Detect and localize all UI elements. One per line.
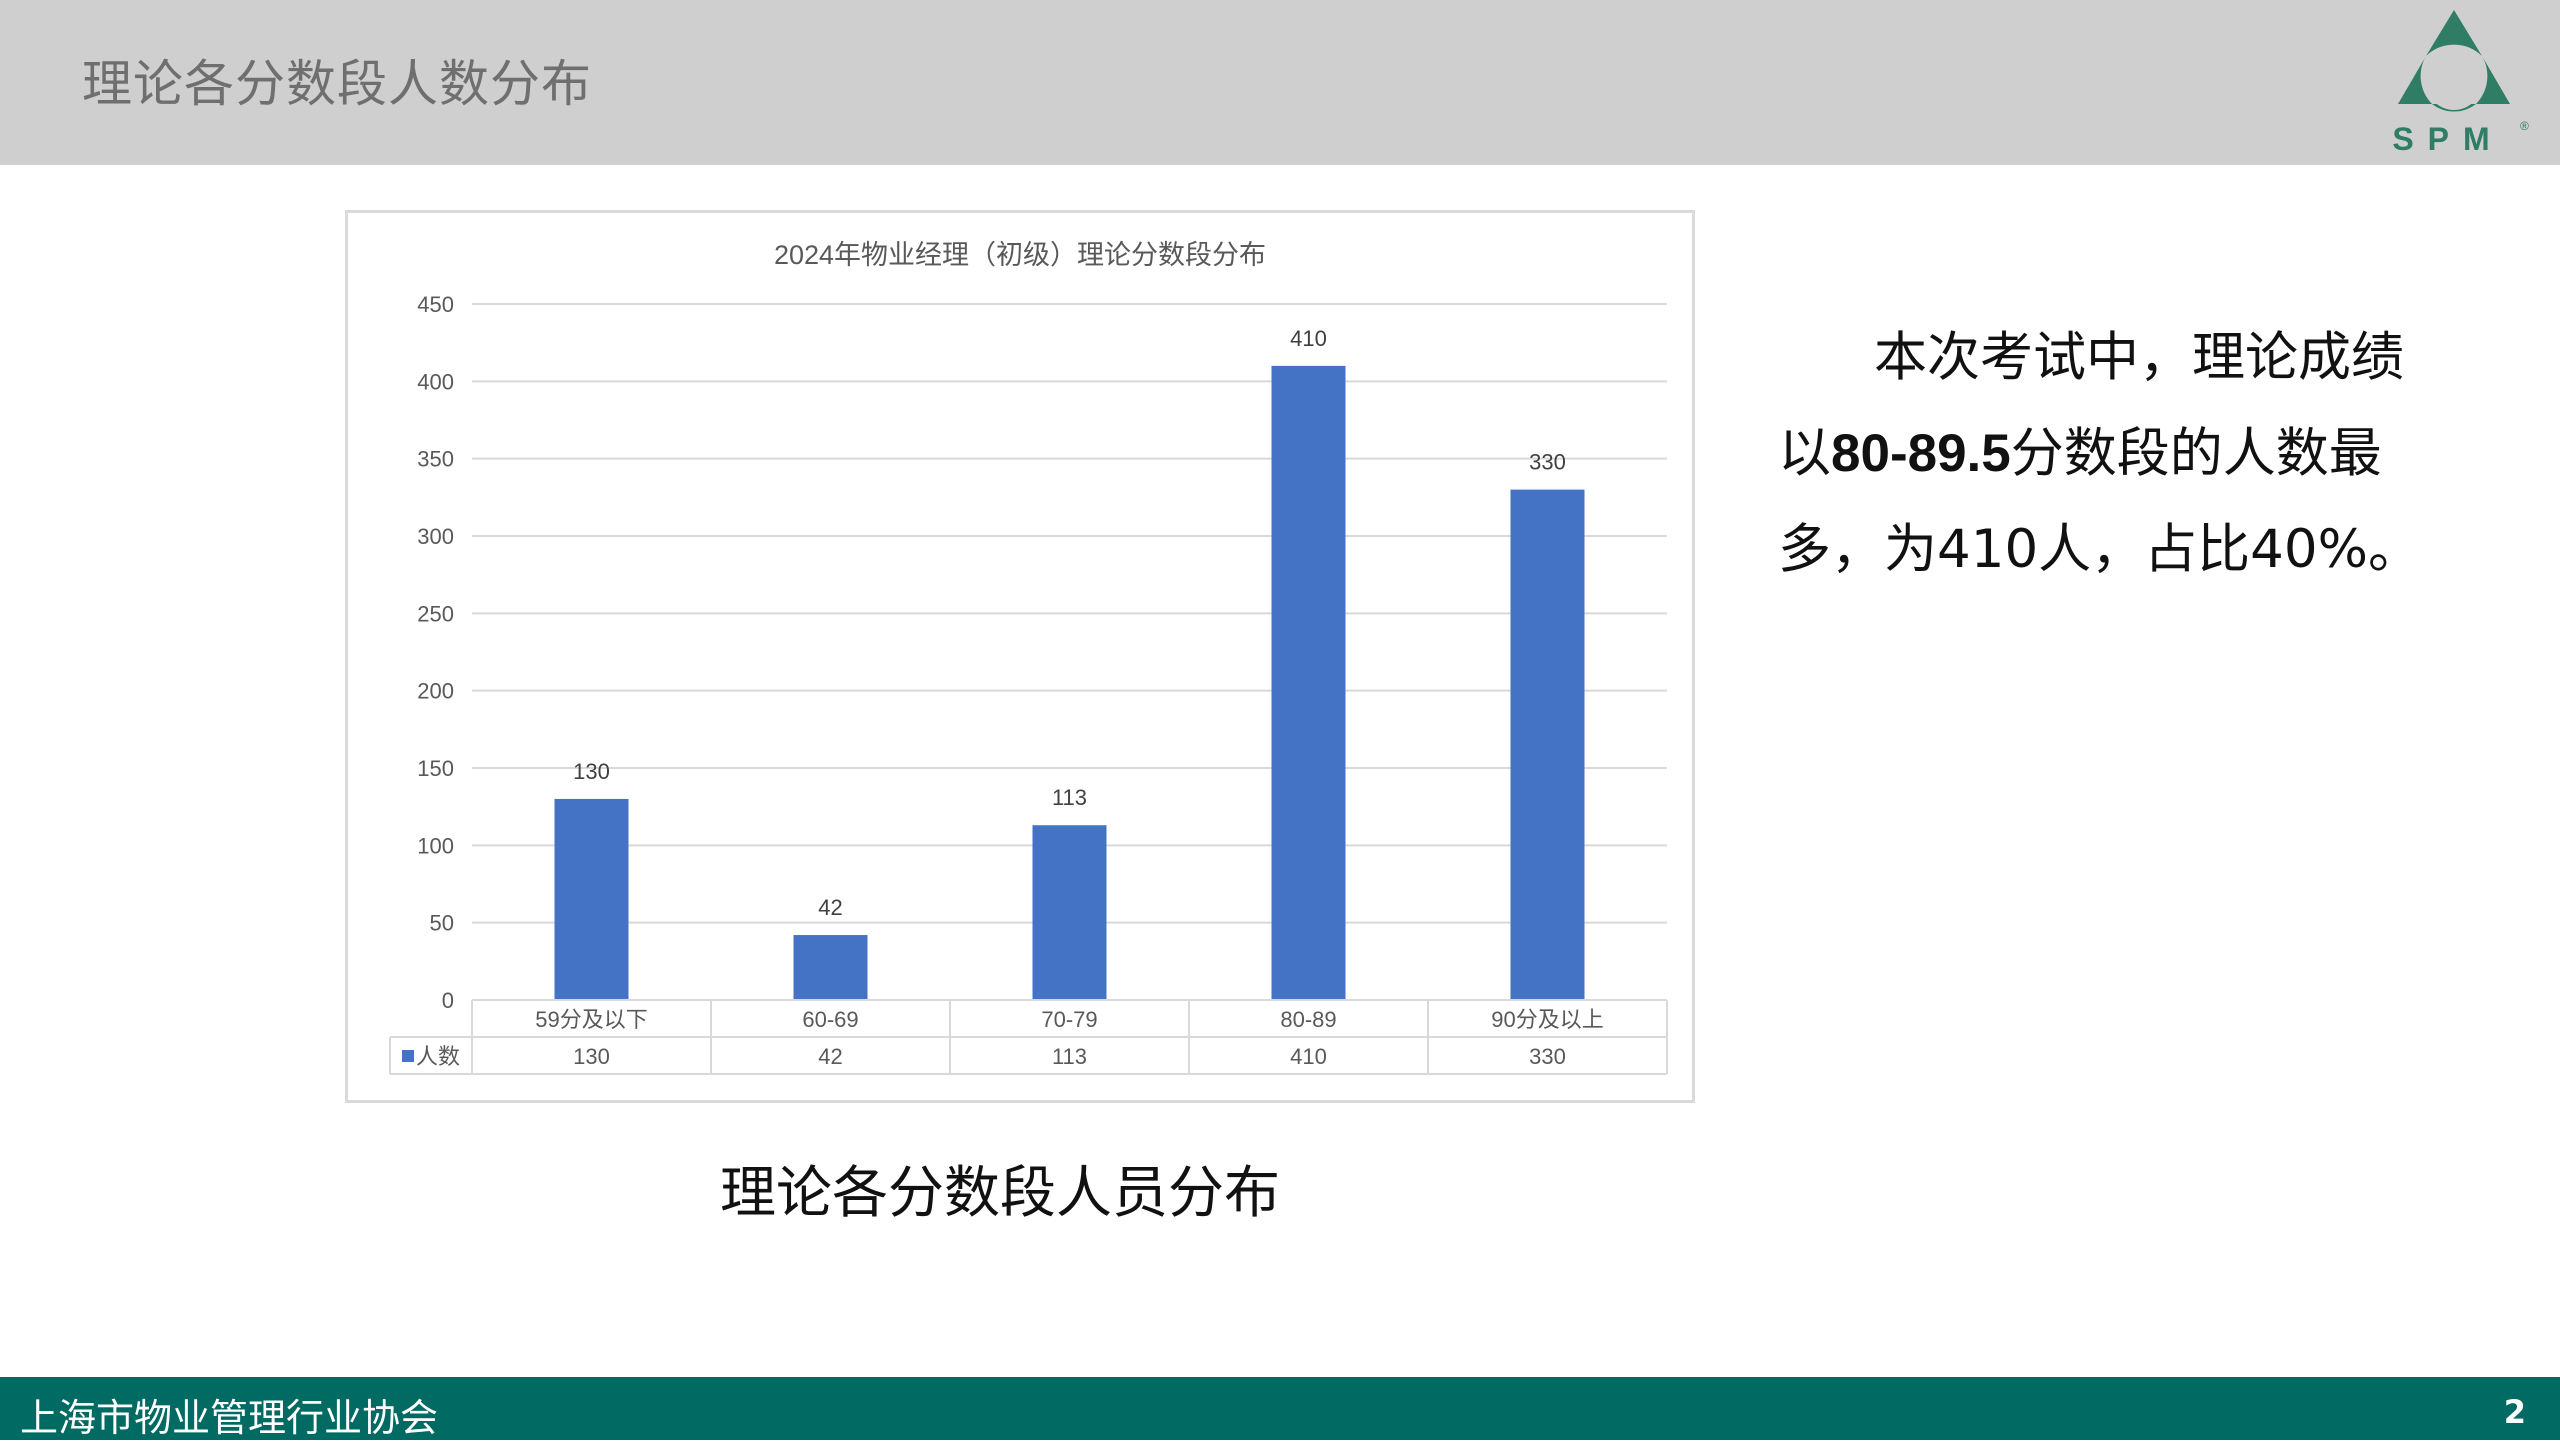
bar-80-89 [1271,365,1346,1000]
y-tick-label-450: 450 [417,292,454,317]
data-label-80-89: 410 [1290,326,1327,351]
table-value-59分及以下: 130 [573,1044,610,1069]
bar-chart: 2024年物业经理（初级）理论分数段分布 0 50 100 150 200 250 300 35… [389,240,1668,1075]
summary-text: 本次考试中，理论成绩 以80-89.5分数段的人数最 多，为410人，占比40%… [1778,310,2428,598]
y-tick-label-400: 400 [417,369,454,394]
footer-bar: 上海市物业管理行业协会 2 [0,1377,2560,1440]
chart-frame: 2024年物业经理（初级）理论分数段分布 0 50 100 150 200 250 300 35… [345,210,1695,1103]
table-value-60-69: 42 [818,1044,842,1069]
footer-organization: 上海市物业管理行业协会 [20,1396,439,1440]
page-title: 理论各分数段人数分布 [82,55,592,113]
summary-line-1: 本次考试中，理论成绩 [1874,327,2404,388]
data-label-60-69: 42 [818,895,842,920]
bar-70-79 [1032,825,1107,1000]
data-label-70-79: 113 [1052,785,1087,810]
logo-text: SPM [2392,121,2503,157]
y-tick-label-150: 150 [417,756,454,781]
y-tick-label-200: 200 [417,679,454,704]
chart-title: 2024年物业经理（初级）理论分数段分布 [774,240,1266,270]
table-value-90分及以上: 330 [1529,1044,1566,1069]
x-tick-label-80-89: 80-89 [1280,1007,1336,1032]
spm-logo: SPM ® [2392,10,2529,157]
score-range-highlight: 80-89.5 [1831,424,2011,483]
summary-line-3: 多，为410人，占比40%。 [1778,519,2421,580]
bar-90分及以上 [1510,489,1585,1000]
data-label-90分及以上: 330 [1529,450,1566,475]
bar-60-69 [793,935,868,1000]
y-tick-label-300: 300 [417,524,454,549]
summary-line-2: 以80-89.5分数段的人数最 [1778,423,2382,484]
y-tick-label-50: 50 [430,911,454,936]
y-tick-label-250: 250 [417,601,454,626]
chart-caption: 理论各分数段人员分布 [720,1161,1280,1226]
logo-registered-mark: ® [2520,119,2529,133]
data-label-59分及以下: 130 [573,759,610,784]
header-bar: 理论各分数段人数分布 SPM ® [0,0,2560,165]
x-tick-label-90分及以上: 90分及以上 [1491,1007,1603,1032]
legend-label: 人数 [416,1044,460,1069]
legend-swatch [402,1050,414,1062]
table-value-80-89: 410 [1290,1044,1327,1069]
y-tick-label-100: 100 [417,833,454,858]
x-tick-label-59分及以下: 59分及以下 [535,1007,647,1032]
bar-59分及以下 [554,798,629,1000]
y-tick-label-0: 0 [442,988,454,1013]
x-tick-label-60-69: 60-69 [802,1007,858,1032]
x-tick-label-70-79: 70-79 [1041,1007,1097,1032]
table-value-70-79: 113 [1052,1044,1087,1069]
page-number: 2 [2503,1393,2526,1431]
y-tick-label-350: 350 [417,447,454,472]
